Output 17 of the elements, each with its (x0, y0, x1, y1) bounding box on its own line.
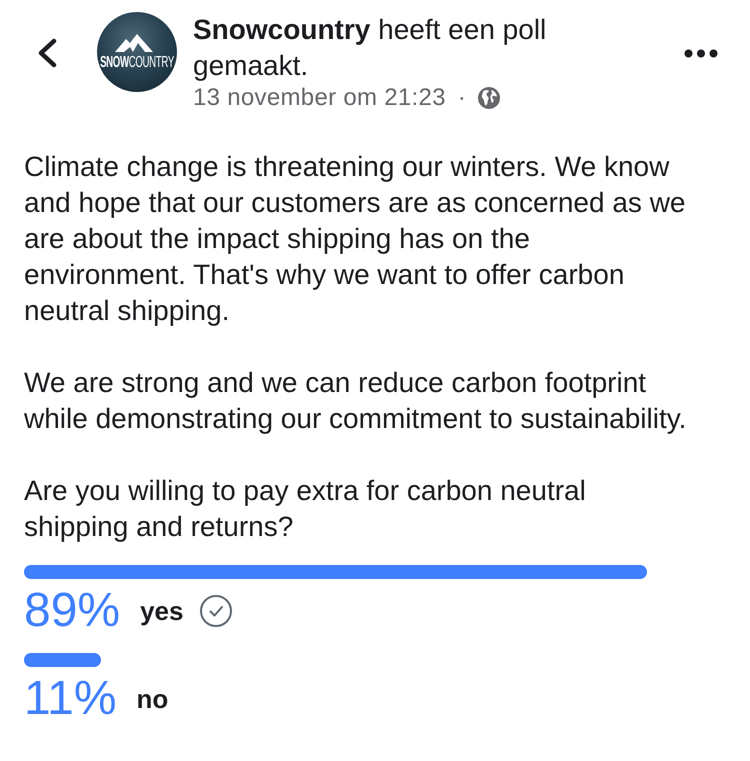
separator-dot: · (458, 84, 466, 112)
logo-text: SNOWCOUNTRY (100, 55, 174, 71)
globe-icon (478, 87, 500, 109)
post-paragraph: Climate change is threatening our winters. We know and hope that our customers are as concerned as we are about the impact shipping has on the environment. That's why we want to offer carbon neutral shipping. (24, 150, 686, 328)
mountain-icon (115, 34, 153, 52)
option-label[interactable]: no (136, 684, 168, 714)
avatar[interactable]: SNOWCOUNTRY (97, 12, 177, 92)
poll-question: Are you willing to pay extra for carbon neutral shipping and returns? (24, 474, 587, 544)
back-chevron-icon[interactable] (36, 38, 58, 68)
timestamp[interactable]: 13 november om 21:23 (193, 84, 446, 112)
author-link[interactable]: Snowcountry (193, 14, 370, 45)
vote-percentage: 11% (24, 675, 117, 723)
option-label[interactable]: yes (140, 596, 184, 626)
vote-percentage: 89% (24, 587, 120, 635)
post-paragraph: We are strong and we can reduce carbon footprint while demonstrating our commitment to sustainability. (24, 366, 688, 436)
post-title: Snowcountry heeft een poll gemaakt. (193, 13, 548, 83)
more-options-icon[interactable] (684, 49, 718, 58)
